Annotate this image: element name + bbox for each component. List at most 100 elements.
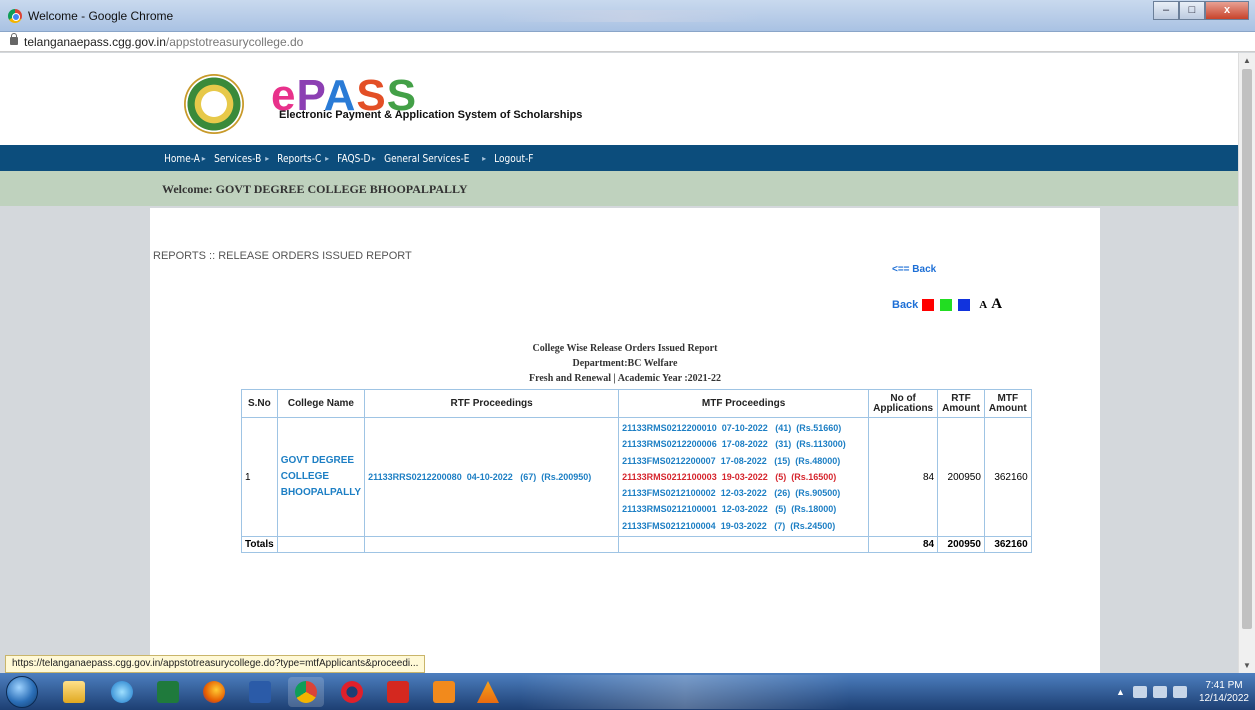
- page-viewport: ePASS Electronic Payment & Application S…: [0, 53, 1238, 673]
- scroll-down-icon[interactable]: ▼: [1243, 661, 1251, 670]
- mtf-proceeding-link[interactable]: 21133RMS0212100001 12-03-2022 (5) (Rs.18…: [622, 501, 865, 517]
- clock[interactable]: 7:41 PM 12/14/2022: [1199, 679, 1249, 705]
- totals-empty-cell: [364, 536, 620, 554]
- maximize-button[interactable]: □: [1179, 1, 1205, 20]
- url-host: telanganaepass.cgg.gov.in: [24, 35, 166, 49]
- window-controls: – □ x: [1153, 1, 1249, 20]
- college-name-line3: BHOOPALPALLY: [280, 487, 362, 499]
- site-header: ePASS Electronic Payment & Application S…: [0, 53, 1238, 145]
- nav-item-services[interactable]: Services-B: [210, 152, 265, 165]
- url-path: /appstotreasurycollege.do: [165, 35, 304, 49]
- rtf-proceeding-link[interactable]: 21133RRS0212200080 04-10-2022 (67) (Rs.2…: [364, 416, 620, 538]
- cell-mtf-amount: 362160: [983, 416, 1032, 538]
- close-button[interactable]: x: [1205, 1, 1249, 20]
- cell-sno: 1: [241, 416, 278, 538]
- col-college-name: College Name: [276, 389, 366, 418]
- mtf-proceeding-link[interactable]: 21133FMS0212200007 17-08-2022 (15) (Rs.4…: [622, 453, 865, 469]
- address-bar[interactable]: telanganaepass.cgg.gov.in/appstotreasury…: [0, 32, 1255, 52]
- nav-arrow-icon: ▸: [325, 153, 330, 163]
- nav-item-general-services[interactable]: General Services-E: [380, 152, 474, 165]
- blue-theme-button[interactable]: [958, 298, 971, 311]
- clock-date: 12/14/2022: [1198, 692, 1249, 704]
- font-decrease-button[interactable]: A: [979, 299, 987, 311]
- site-subtitle: Electronic Payment & Application System …: [279, 109, 583, 121]
- mtf-proceeding-link[interactable]: 21133FMS0212100004 19-03-2022 (7) (Rs.24…: [622, 518, 865, 534]
- chrome-taskbar-icon[interactable]: [288, 677, 324, 707]
- col-rtf-amount: RTF Amount: [937, 389, 985, 418]
- window-titlebar: Welcome - Google Chrome – □ x: [0, 0, 1255, 32]
- lock-icon: [10, 33, 18, 45]
- nav-arrow-icon: ▸: [265, 153, 270, 163]
- nav-item-reports[interactable]: Reports-C: [273, 152, 325, 165]
- word-icon[interactable]: [242, 677, 278, 707]
- report-title: College Wise Release Orders Issued Repor…: [532, 343, 718, 354]
- totals-row: Totals 84 200950 362160: [241, 536, 1032, 554]
- network-icon[interactable]: [1152, 685, 1167, 698]
- mtf-proceeding-link[interactable]: 21133FMS0212100002 12-03-2022 (26) (Rs.9…: [622, 485, 865, 501]
- totals-mtf-amount: 362160: [983, 536, 1032, 554]
- back-text-link[interactable]: Back: [892, 299, 918, 311]
- breadcrumb: REPORTS :: RELEASE ORDERS ISSUED REPORT: [153, 250, 412, 262]
- red-theme-button[interactable]: [922, 298, 935, 311]
- col-mtf-amount: MTF Amount: [983, 389, 1032, 418]
- display-options: Back A A: [892, 296, 1002, 313]
- flag-icon[interactable]: [1132, 685, 1147, 698]
- start-button[interactable]: [6, 676, 38, 708]
- col-mtf-amt-line2: Amount: [988, 402, 1027, 414]
- welcome-bar: Welcome: GOVT DEGREE COLLEGE BHOOPALPALL…: [0, 171, 1238, 206]
- vlc-icon[interactable]: [470, 677, 506, 707]
- telangana-emblem-icon: [184, 74, 244, 134]
- col-mtf-proceedings: MTF Proceedings: [618, 389, 870, 418]
- table-row: 1 GOVT DEGREE COLLEGE BHOOPALPALLY 21133RR…: [241, 416, 1032, 538]
- scroll-up-icon[interactable]: ▲: [1243, 56, 1251, 65]
- totals-empty-cell: [618, 536, 870, 554]
- chrome-icon: [8, 9, 22, 23]
- report-year: Fresh and Renewal | Academic Year :2021-…: [529, 373, 721, 384]
- vertical-scrollbar[interactable]: ▲ ▼: [1238, 53, 1255, 673]
- scrollbar-thumb[interactable]: [1242, 69, 1252, 629]
- green-theme-button[interactable]: [940, 298, 953, 311]
- college-name-link[interactable]: GOVT DEGREE COLLEGE BHOOPALPALLY: [276, 416, 366, 538]
- cell-mtf-proceedings: 21133RMS0212200010 07-10-2022 (41) (Rs.5…: [618, 416, 870, 538]
- back-link[interactable]: <== Back: [892, 264, 936, 275]
- report-department: Department:BC Welfare: [572, 358, 678, 369]
- mtf-proceeding-link[interactable]: 21133RMS0212200006 17-08-2022 (31) (Rs.1…: [622, 436, 865, 452]
- media-player-icon[interactable]: [426, 677, 462, 707]
- mtf-proceeding-link[interactable]: 21133RMS0212200010 07-10-2022 (41) (Rs.5…: [622, 420, 865, 436]
- excel-icon[interactable]: [150, 677, 186, 707]
- system-tray: ▲ 7:41 PM 12/14/2022: [1116, 673, 1249, 710]
- firefox-icon[interactable]: [196, 677, 232, 707]
- explorer-icon[interactable]: [56, 677, 92, 707]
- url-text[interactable]: telanganaepass.cgg.gov.in/appstotreasury…: [24, 35, 303, 49]
- acrobat-icon[interactable]: [380, 677, 416, 707]
- totals-label: Totals: [241, 536, 278, 554]
- totals-empty-cell: [276, 536, 366, 554]
- col-no-of-applications: No of Applications: [868, 389, 939, 418]
- volume-icon[interactable]: [1172, 685, 1187, 698]
- font-increase-button[interactable]: A: [991, 296, 1002, 313]
- col-sno: S.No: [241, 389, 278, 418]
- nav-arrow-icon: ▸: [482, 153, 487, 163]
- cell-rtf-amount: 200950: [937, 416, 985, 538]
- tray-expand-icon[interactable]: ▲: [1116, 687, 1125, 697]
- blurred-tab-strip: [500, 10, 760, 22]
- welcome-text: Welcome: GOVT DEGREE COLLEGE BHOOPALPALL…: [162, 182, 468, 196]
- totals-applications: 84: [868, 536, 939, 554]
- opera-icon[interactable]: [334, 677, 370, 707]
- nav-item-home[interactable]: Home-A: [160, 152, 204, 165]
- mtf-proceeding-link-highlighted[interactable]: 21133RMS0212100003 19-03-2022 (5) (Rs.16…: [622, 469, 865, 485]
- college-name-line2: COLLEGE: [280, 471, 330, 483]
- col-rtf-amt-line2: Amount: [942, 402, 980, 414]
- window-title: Welcome - Google Chrome: [28, 9, 174, 23]
- clock-time: 7:41 PM: [1205, 679, 1243, 691]
- college-name-line1: GOVT DEGREE: [280, 455, 355, 467]
- minimize-button[interactable]: –: [1153, 1, 1179, 20]
- totals-rtf-amount: 200950: [937, 536, 985, 554]
- taskbar: ▲ 7:41 PM 12/14/2022: [0, 673, 1255, 710]
- col-rtf-proceedings: RTF Proceedings: [364, 389, 620, 418]
- nav-item-faqs[interactable]: FAQS-D: [333, 152, 375, 165]
- main-nav: Home-A ▸ Services-B ▸ Reports-C ▸ FAQS-D ▸ G…: [0, 145, 1238, 171]
- ie-icon[interactable]: [104, 677, 140, 707]
- nav-item-logout[interactable]: Logout-F: [490, 152, 538, 165]
- cell-applications: 84: [868, 416, 939, 538]
